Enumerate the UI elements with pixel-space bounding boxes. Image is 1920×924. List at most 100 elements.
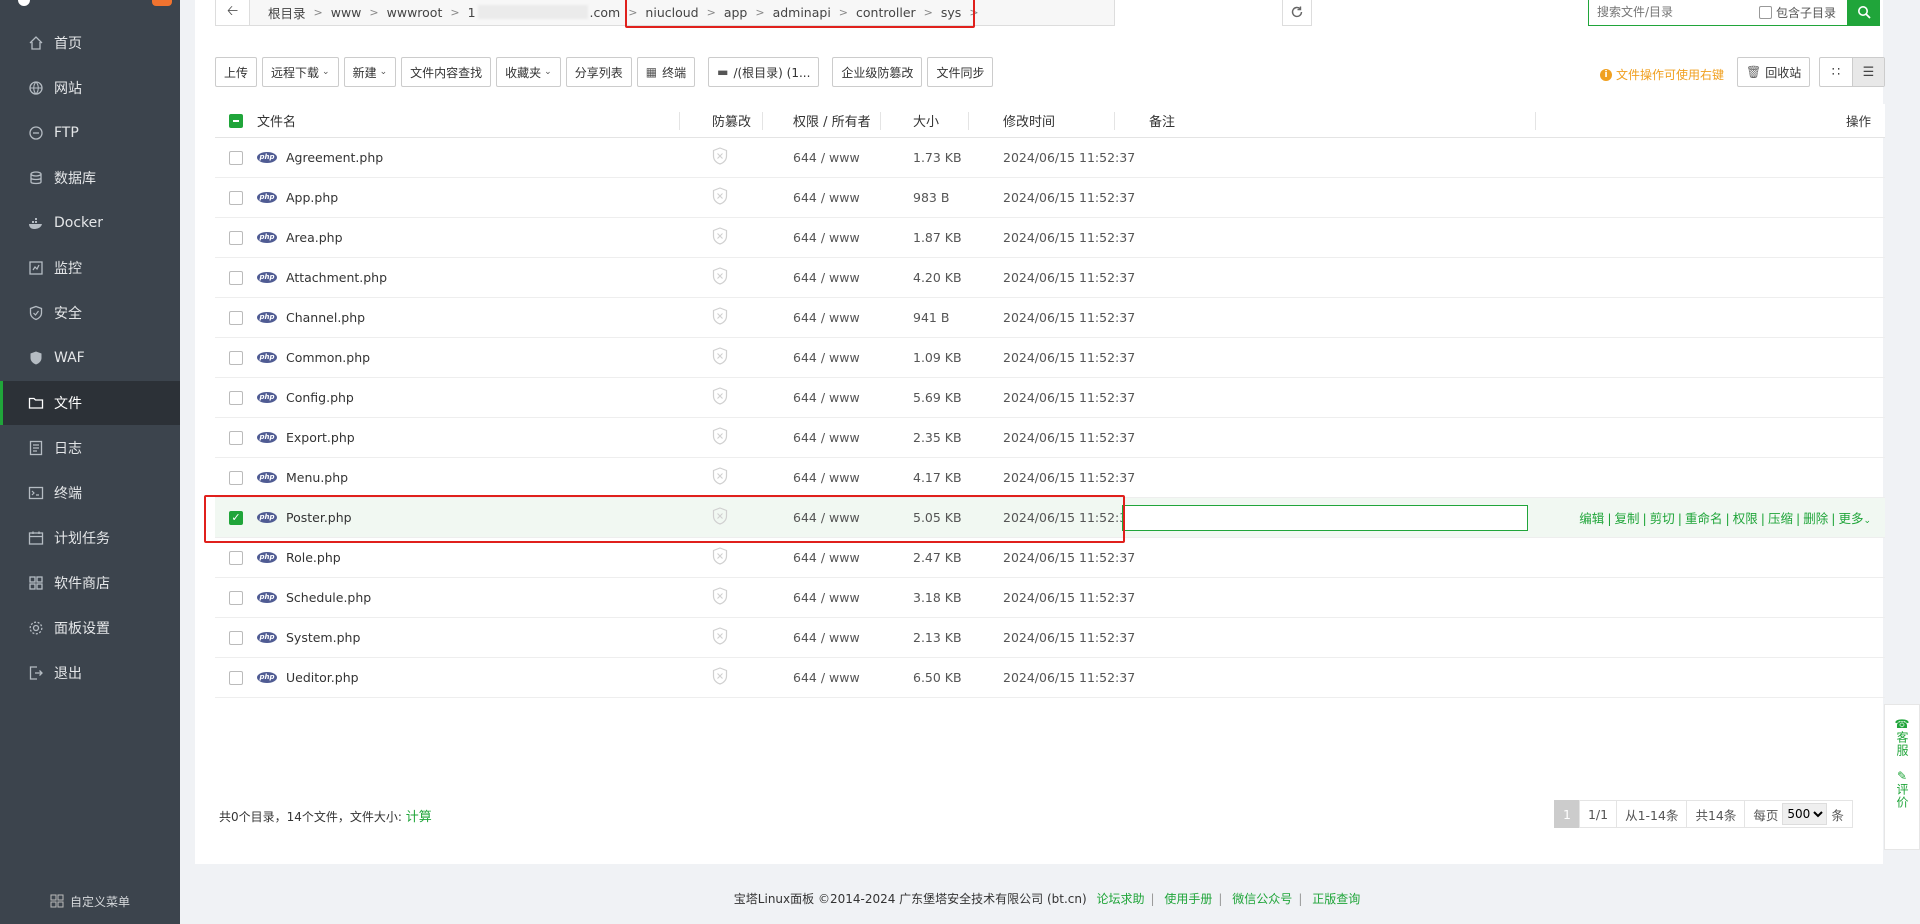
sidebar-item-terminal[interactable]: 终端 — [0, 471, 180, 515]
table-row[interactable]: php Attachment.php 644 / www 4.20 KB 2024/06… — [215, 258, 1885, 298]
row-checkbox[interactable] — [229, 310, 243, 325]
tamper-shield-icon[interactable] — [712, 667, 728, 685]
action-6[interactable]: 删除 — [1803, 511, 1828, 526]
table-row[interactable]: php Menu.php 644 / www 4.17 KB 2024/06/15 11… — [215, 458, 1885, 498]
table-row[interactable]: php App.php 644 / www 983 B 2024/06/15 11:52… — [215, 178, 1885, 218]
tamper-shield-icon[interactable] — [712, 627, 728, 645]
file-permission[interactable]: 644 / www — [793, 150, 913, 165]
file-sync-button[interactable]: 文件同步 — [927, 57, 994, 87]
row-checkbox[interactable] — [229, 190, 243, 205]
file-name[interactable]: Common.php — [286, 350, 370, 365]
file-name[interactable]: Attachment.php — [286, 270, 387, 285]
footer-link-manual[interactable]: 使用手册 — [1164, 892, 1212, 906]
file-name[interactable]: Schedule.php — [286, 590, 371, 605]
file-name[interactable]: Area.php — [286, 230, 343, 245]
page-current[interactable]: 1 — [1554, 800, 1580, 828]
sidebar-item-monitor[interactable]: 监控 — [0, 246, 180, 290]
favorites-button[interactable]: 收藏夹 ⌄ — [496, 57, 561, 87]
header-size[interactable]: 大小 — [913, 111, 1003, 130]
sidebar-item-grid[interactable]: 软件商店 — [0, 561, 180, 605]
file-name[interactable]: Ueditor.php — [286, 670, 359, 685]
table-row[interactable]: php Channel.php 644 / www 941 B 2024/06/15 1… — [215, 298, 1885, 338]
calculate-size-link[interactable]: 计算 — [406, 810, 432, 825]
row-checkbox[interactable] — [229, 670, 243, 685]
tamper-shield-icon[interactable] — [712, 587, 728, 605]
table-row[interactable]: php Ueditor.php 644 / www 6.50 KB 2024/06/15… — [215, 658, 1885, 698]
action-4[interactable]: 权限 — [1733, 511, 1758, 526]
file-name[interactable]: Role.php — [286, 550, 341, 565]
file-permission[interactable]: 644 / www — [793, 550, 913, 565]
tamper-shield-icon[interactable] — [712, 227, 728, 245]
breadcrumb-item[interactable]: 1 — [460, 5, 476, 20]
sidebar-item-waf[interactable]: WAF — [0, 336, 180, 380]
table-row[interactable]: php Export.php 644 / www 2.35 KB 2024/06/15 … — [215, 418, 1885, 458]
file-name[interactable]: Agreement.php — [286, 150, 383, 165]
row-checkbox[interactable] — [229, 150, 243, 165]
file-permission[interactable]: 644 / www — [793, 430, 913, 445]
tamper-shield-icon[interactable] — [712, 427, 728, 445]
tamper-button[interactable]: 企业级防篡改 — [832, 57, 923, 87]
table-row[interactable]: php Config.php 644 / www 5.69 KB 2024/06/15 … — [215, 378, 1885, 418]
tamper-shield-icon[interactable] — [712, 267, 728, 285]
tamper-shield-icon[interactable] — [712, 147, 728, 165]
sidebar-item-calendar[interactable]: 计划任务 — [0, 516, 180, 560]
sidebar-item-ftp[interactable]: FTP — [0, 111, 180, 155]
row-checkbox[interactable] — [229, 630, 243, 645]
sidebar-item-database[interactable]: 数据库 — [0, 156, 180, 200]
file-permission[interactable]: 644 / www — [793, 310, 913, 325]
review-button[interactable]: ✎ 评价 — [1895, 769, 1909, 809]
file-permission[interactable]: 644 / www — [793, 390, 913, 405]
remote-download-button[interactable]: 远程下载 ⌄ — [262, 57, 339, 87]
tamper-shield-icon[interactable] — [712, 187, 728, 205]
content-search-button[interactable]: 文件内容查找 — [401, 57, 492, 87]
select-all-checkbox[interactable] — [229, 113, 243, 128]
file-name[interactable]: System.php — [286, 630, 360, 645]
sidebar-item-logout[interactable]: 退出 — [0, 651, 180, 695]
footer-link-wechat[interactable]: 微信公众号 — [1232, 892, 1292, 906]
row-checkbox[interactable] — [229, 470, 243, 485]
table-row[interactable]: php Common.php 644 / www 1.09 KB 2024/06/15 … — [215, 338, 1885, 378]
file-permission[interactable]: 644 / www — [793, 350, 913, 365]
row-checkbox[interactable] — [229, 550, 243, 565]
file-permission[interactable]: 644 / www — [793, 590, 913, 605]
per-page-select[interactable]: 500 — [1782, 803, 1828, 825]
row-checkbox[interactable] — [229, 230, 243, 245]
file-name[interactable]: Export.php — [286, 430, 355, 445]
file-permission[interactable]: 644 / www — [793, 670, 913, 685]
sidebar-item-gear[interactable]: 面板设置 — [0, 606, 180, 650]
sidebar-item-shield[interactable]: 安全 — [0, 291, 180, 335]
table-row[interactable]: php Role.php 644 / www 2.47 KB 2024/06/15 11… — [215, 538, 1885, 578]
file-name[interactable]: Config.php — [286, 390, 354, 405]
tamper-shield-icon[interactable] — [712, 387, 728, 405]
file-permission[interactable]: 644 / www — [793, 270, 913, 285]
header-time[interactable]: 修改时间 — [1003, 111, 1149, 130]
share-list-button[interactable]: 分享列表 — [565, 57, 632, 87]
file-permission[interactable]: 644 / www — [793, 470, 913, 485]
breadcrumb-item[interactable]: .com — [590, 5, 629, 20]
sidebar-item-log[interactable]: 日志 — [0, 426, 180, 470]
table-row[interactable]: php System.php 644 / www 2.13 KB 2024/06/15 … — [215, 618, 1885, 658]
action-1[interactable]: 复制 — [1615, 511, 1640, 526]
file-name[interactable]: Menu.php — [286, 470, 348, 485]
row-checkbox[interactable] — [229, 430, 243, 445]
breadcrumb-item[interactable]: wwwroot — [379, 5, 451, 20]
row-checkbox[interactable] — [229, 270, 243, 285]
sidebar-item-globe[interactable]: 网站 — [0, 66, 180, 110]
file-permission[interactable]: 644 / www — [793, 630, 913, 645]
action-2[interactable]: 剪切 — [1650, 511, 1675, 526]
file-name[interactable]: Channel.php — [286, 310, 365, 325]
tamper-shield-icon[interactable] — [712, 547, 728, 565]
new-button[interactable]: 新建 ⌄ — [343, 57, 397, 87]
sidebar-item-home[interactable]: 首页 — [0, 21, 180, 65]
row-checkbox[interactable] — [229, 390, 243, 405]
search-input[interactable] — [1589, 0, 1759, 24]
breadcrumb-item[interactable]: www — [323, 5, 370, 20]
row-checkbox[interactable] — [229, 590, 243, 605]
tamper-shield-icon[interactable] — [712, 467, 728, 485]
footer-link-forum[interactable]: 论坛求助 — [1097, 892, 1145, 906]
upload-button[interactable]: 上传 — [215, 57, 258, 87]
disk-button[interactable]: ▬ /(根目录) (1... — [708, 57, 820, 87]
sidebar-item-folder[interactable]: 文件 — [0, 381, 180, 425]
notification-badge[interactable] — [152, 0, 172, 6]
customer-service-button[interactable]: ☎ 客服 — [1895, 717, 1910, 757]
